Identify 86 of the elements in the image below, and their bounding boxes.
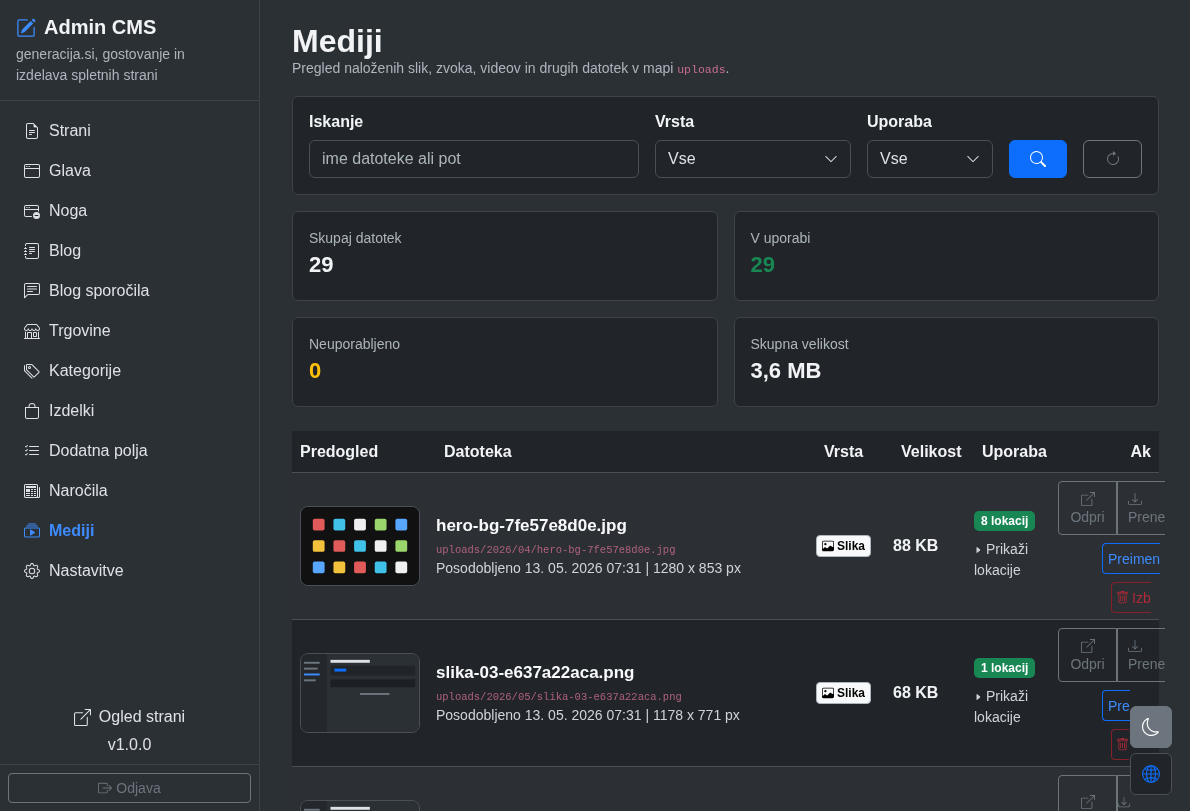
- nav-icon: [24, 163, 40, 179]
- version-label: v1.0.0: [107, 736, 152, 754]
- sidebar-item[interactable]: Izdelki: [16, 391, 243, 431]
- external-link-icon: [1080, 491, 1095, 506]
- view-site-link[interactable]: Ogled strani: [73, 708, 186, 726]
- file-meta: Posodobljeno 13. 05. 2026 07:31 | 1280 x 853 px: [436, 560, 742, 576]
- column-header: Vrsta: [823, 442, 865, 461]
- sidebar-item[interactable]: Noga: [16, 191, 243, 231]
- sidebar-item[interactable]: Trgovine: [16, 311, 243, 351]
- brand-title: Admin CMS: [44, 16, 157, 39]
- column-header: Uporaba: [981, 442, 1048, 461]
- delete-button[interactable]: [1111, 729, 1129, 760]
- field-label: Uporaba: [867, 113, 933, 131]
- locations-toggle[interactable]: Prikaži lokacije: [974, 686, 1058, 728]
- logout-icon: [98, 781, 113, 795]
- file-size: 88 KB: [893, 537, 940, 555]
- sidebar-item[interactable]: Strani: [16, 111, 243, 151]
- nav-icon: [24, 363, 40, 379]
- stat-label: Neuporabljeno: [309, 336, 402, 352]
- nav-icon: [24, 203, 40, 219]
- usage-badge: 8 lokacij: [974, 511, 1036, 531]
- file-name: hero-bg-7fe57e8d0e.jpg: [436, 516, 628, 536]
- globe-icon: [1142, 765, 1160, 783]
- sidebar-item[interactable]: Nastavitve: [16, 551, 243, 591]
- nav-icon: [24, 483, 40, 499]
- usage-select[interactable]: Vse: [867, 140, 993, 178]
- stat-value: 0: [309, 358, 323, 384]
- file-size: 68 KB: [893, 684, 940, 702]
- column-header: Datoteka: [443, 442, 513, 461]
- trash-icon: [1116, 738, 1129, 751]
- external-link-icon: [1080, 638, 1095, 653]
- sidebar-item[interactable]: Dodatna polja: [16, 431, 243, 471]
- sidebar-item[interactable]: Kategorije: [16, 351, 243, 391]
- caret-icon: [974, 693, 982, 701]
- stat-value: 29: [309, 252, 335, 278]
- stat-value: 3,6 MB: [750, 358, 823, 384]
- column-header: Ak: [1129, 442, 1152, 461]
- stat-label: Skupna velikost: [750, 336, 850, 352]
- theme-toggle-button[interactable]: [1130, 706, 1172, 748]
- stat-label: V uporabi: [750, 230, 812, 246]
- caret-icon: [974, 546, 982, 554]
- trash-icon: [1116, 591, 1129, 604]
- language-button[interactable]: [1130, 753, 1172, 795]
- usage-badge: 1 lokacij: [974, 658, 1036, 678]
- moon-icon: [1142, 718, 1160, 736]
- file-path: uploads/2026/05/slika-03-e637a22aca.png: [436, 691, 683, 703]
- page-description: Pregled naloženih slik, zvoka, videov in drugih datotek v mapi uploads.: [292, 60, 731, 76]
- search-field[interactable]: ime datoteke ali pot: [309, 140, 639, 178]
- image-icon: [822, 687, 834, 699]
- type-select[interactable]: Vse: [655, 140, 851, 178]
- image-icon: [822, 540, 834, 552]
- stat-value: 29: [750, 252, 776, 278]
- nav-icon: [24, 403, 40, 419]
- external-link-icon: [1080, 795, 1095, 809]
- nav-icon: [24, 123, 40, 139]
- nav-icon: [24, 283, 40, 299]
- stat-label: Skupaj datotek: [309, 230, 403, 246]
- reset-button[interactable]: [1083, 140, 1142, 178]
- column-header: Predogled: [299, 442, 380, 461]
- search-button[interactable]: [1009, 140, 1067, 178]
- page-title: Mediji: [292, 22, 384, 60]
- nav-icon: [24, 243, 40, 259]
- type-badge: Slika: [816, 535, 872, 557]
- sidebar-item[interactable]: Glava: [16, 151, 243, 191]
- external-link-icon: [73, 708, 91, 726]
- field-label: Vrsta: [655, 113, 696, 131]
- sidebar-item[interactable]: Naročila: [16, 471, 243, 511]
- nav-icon: [24, 563, 40, 579]
- sidebar-item[interactable]: Blog: [16, 231, 243, 271]
- refresh-icon: [1104, 151, 1121, 167]
- rename-button[interactable]: Preimen: [1102, 543, 1161, 574]
- brand-subtitle: generacija.si, gostovanje in izdelava spletnih strani: [16, 45, 186, 85]
- file-meta: Posodobljeno 13. 05. 2026 07:31 | 1178 x 771 px: [436, 707, 741, 723]
- locations-toggle[interactable]: Prikaži lokacije: [974, 539, 1058, 581]
- nav-icon: [24, 323, 40, 339]
- column-header: Velikost: [900, 442, 963, 461]
- type-badge: Slika: [816, 682, 872, 704]
- rename-button[interactable]: Pre: [1102, 690, 1130, 721]
- edit-icon: [16, 17, 36, 38]
- file-path: uploads/2026/04/hero-bg-7fe57e8d0e.jpg: [436, 544, 677, 556]
- sidebar-item[interactable]: Mediji: [16, 511, 243, 551]
- sidebar-item[interactable]: Blog sporočila: [16, 271, 243, 311]
- field-label: Iskanje: [309, 113, 365, 131]
- file-name: slika-03-e637a22aca.png: [436, 663, 636, 683]
- nav-icon: [24, 523, 40, 539]
- search-icon: [1030, 151, 1046, 167]
